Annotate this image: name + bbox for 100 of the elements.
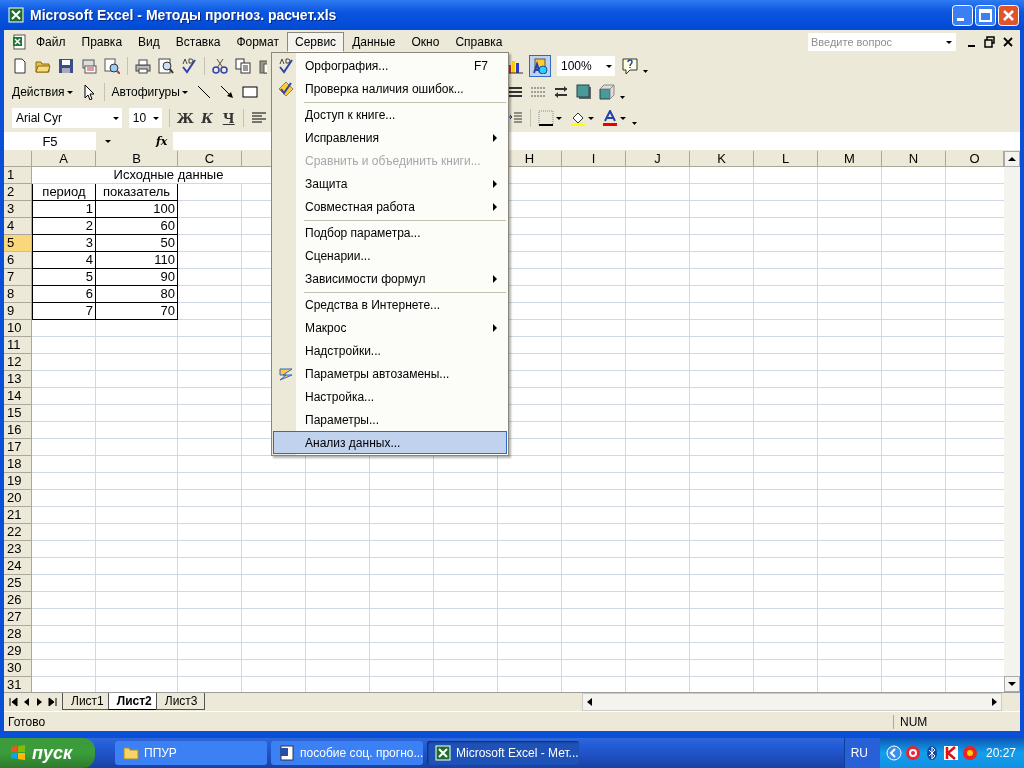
menu-item[interactable]: Вставка [167,31,229,52]
spelling-icon[interactable] [181,58,197,74]
language-indicator[interactable]: RU [844,738,880,768]
align-left-icon[interactable] [251,110,267,126]
menu-item[interactable]: Зависимости формул [273,267,507,290]
save-icon[interactable] [58,58,74,74]
bold-button[interactable]: Ж [176,110,193,126]
scissors-icon[interactable] [212,58,228,74]
maximize-button[interactable] [975,4,996,26]
menu-item[interactable]: Орфография... F7 [273,54,507,77]
row-header[interactable]: 13 [4,371,32,388]
taskbar-button[interactable]: Microsoft Excel - Мет... [427,741,579,765]
print-preview-icon[interactable] [158,58,174,74]
row-header[interactable]: 5 [4,235,32,252]
k-letter-icon[interactable] [942,745,959,761]
new-document-icon[interactable] [12,58,28,74]
row-header[interactable]: 29 [4,643,32,660]
column-header[interactable]: J [626,151,690,167]
actions-button[interactable]: Действия [12,85,65,99]
row-header[interactable]: 25 [4,575,32,592]
row-header[interactable]: 4 [4,218,32,235]
menu-item[interactable]: Данные [344,31,404,52]
italic-button[interactable]: К [199,110,215,126]
row-header[interactable]: 15 [4,405,32,422]
row-header[interactable]: 9 [4,303,32,320]
row-header[interactable]: 6 [4,252,32,269]
restore-icon[interactable] [984,35,995,48]
menu-item[interactable]: Файл [28,31,74,52]
at-sign-icon[interactable] [904,745,921,761]
line-style-icon[interactable] [507,84,523,100]
row-header[interactable]: 2 [4,184,32,201]
row-header[interactable]: 8 [4,286,32,303]
help-icon[interactable] [622,58,638,74]
open-folder-icon[interactable] [35,58,51,74]
row-header[interactable]: 30 [4,660,32,677]
menu-item[interactable]: Окно [403,31,448,52]
rectangle-icon[interactable] [241,84,258,100]
bar-chart-icon[interactable] [507,58,523,74]
row-header[interactable]: 18 [4,456,32,473]
menu-item[interactable]: Макрос [273,316,507,339]
row-header[interactable]: 22 [4,524,32,541]
row-header[interactable]: 23 [4,541,32,558]
row-header[interactable]: 27 [4,609,32,626]
menu-item[interactable]: Настройка... [273,385,507,408]
row-header[interactable]: 17 [4,439,32,456]
column-header[interactable]: B [96,151,178,167]
function-button[interactable]: fx [156,134,168,148]
borders-icon[interactable] [538,110,554,126]
close-icon[interactable] [1002,35,1014,48]
underline-button[interactable]: Ч [221,110,236,126]
column-header[interactable]: M [818,151,882,167]
arrow-icon[interactable] [218,84,235,100]
row-header[interactable]: 20 [4,490,32,507]
first-sheet-icon[interactable] [8,695,19,709]
menu-item[interactable]: Параметры автозамены... [273,362,507,385]
menu-item[interactable]: Проверка наличия ошибок... [273,77,507,100]
column-header[interactable]: K [690,151,754,167]
scroll-up-icon[interactable] [1004,151,1020,167]
column-header[interactable]: I [562,151,626,167]
mail-icon[interactable] [81,58,97,74]
menu-item[interactable]: Сценарии... [273,244,507,267]
sheet-tab[interactable]: Лист2 [107,693,159,710]
font-size-dropdown[interactable]: 10 [128,108,162,128]
column-header[interactable]: L [754,151,818,167]
menu-item[interactable]: Анализ данных... [273,431,507,454]
sheet-tab[interactable]: Лист3 [155,693,205,710]
font-dropdown[interactable]: Arial Cyr [12,108,122,128]
menu-item[interactable]: Правка [73,31,131,52]
row-header[interactable]: 12 [4,354,32,371]
row-header[interactable]: 3 [4,201,32,218]
row-header[interactable]: 1 [4,167,32,184]
row-header[interactable]: 21 [4,507,32,524]
name-box[interactable]: F5 [4,132,96,150]
row-header[interactable]: 31 [4,677,32,692]
flower-icon[interactable] [961,745,978,761]
row-header[interactable]: 16 [4,422,32,439]
menu-item[interactable]: Совместная работа [273,195,507,218]
menu-item[interactable]: Справка [447,31,511,52]
printer-icon[interactable] [135,58,151,74]
taskbar-button[interactable]: пособие соц. прогно... [271,741,423,765]
copy-icon[interactable] [235,58,251,74]
vertical-scrollbar[interactable] [1004,151,1020,692]
row-header[interactable]: 19 [4,473,32,490]
row-header[interactable]: 10 [4,320,32,337]
search-icon[interactable] [104,58,120,74]
workbook-icon[interactable] [12,33,28,50]
fill-color-icon[interactable] [570,110,586,126]
row-header[interactable]: 26 [4,592,32,609]
3d-cube-icon[interactable] [599,84,615,100]
font-color-icon[interactable] [602,110,618,126]
row-header[interactable]: 7 [4,269,32,286]
autoshapes-button[interactable]: Автофигуры [111,85,180,99]
menu-item[interactable]: Параметры... [273,408,507,431]
arrow-style-icon[interactable] [553,84,569,100]
chevron-icon[interactable] [885,745,902,761]
row-header[interactable]: 28 [4,626,32,643]
column-header[interactable]: A [32,151,96,167]
line-icon[interactable] [195,84,212,100]
last-sheet-icon[interactable] [47,695,58,709]
menu-item[interactable]: Вид [130,31,168,52]
